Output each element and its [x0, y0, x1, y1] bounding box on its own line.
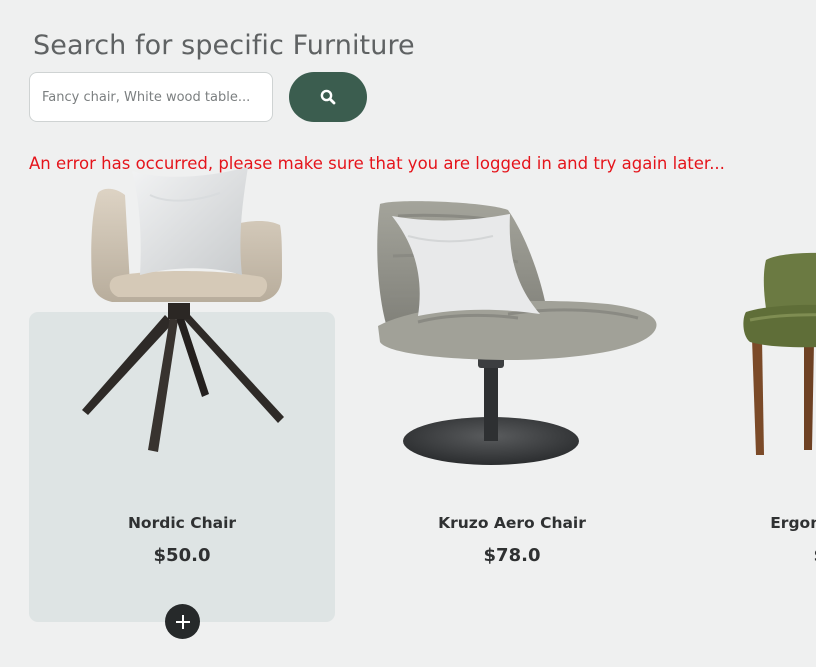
- kruzo-aero-chair-image: [377, 201, 657, 465]
- product-name: Nordic Chair: [127, 514, 237, 532]
- search-button[interactable]: [289, 72, 367, 122]
- search-heading: Search for specific Furniture: [33, 30, 415, 61]
- nordic-chair-image: [82, 167, 284, 452]
- search-icon: [320, 89, 336, 105]
- add-to-cart-button[interactable]: [165, 604, 200, 639]
- product-price: $43.0: [689, 545, 816, 566]
- product-name: Ergonomic Chair: [770, 514, 816, 532]
- ergonomic-chair-image: [743, 252, 816, 455]
- plus-icon: [174, 613, 192, 631]
- product-name: Kruzo Aero Chair: [438, 514, 586, 532]
- product-price: $78.0: [483, 545, 541, 566]
- product-price: $50.0: [153, 545, 211, 566]
- search-input[interactable]: [29, 72, 273, 122]
- page: Search for specific Furniture An error h…: [0, 0, 816, 667]
